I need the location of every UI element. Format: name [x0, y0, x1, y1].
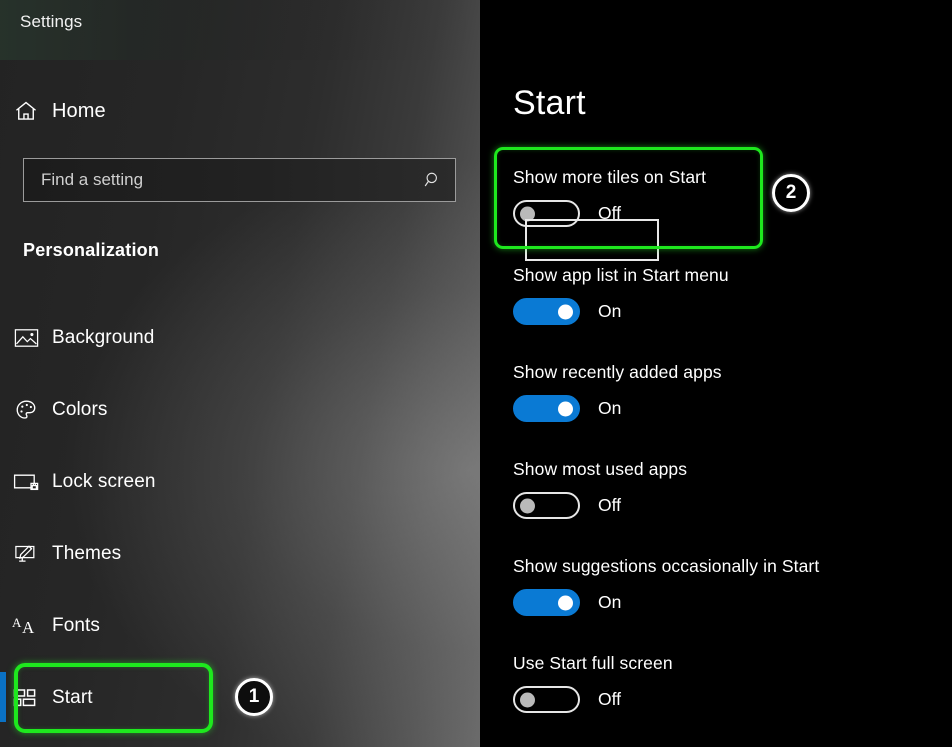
toggle-row[interactable]: On [513, 589, 933, 616]
toggle-knob [520, 206, 535, 221]
toggle-use-start-full-screen[interactable] [513, 686, 580, 713]
setting-label: Show suggestions occasionally in Start [513, 556, 820, 576]
toggle-knob [558, 304, 573, 319]
toggle-show-recently-added[interactable] [513, 395, 580, 422]
setting-label: Show recently added apps [513, 362, 722, 382]
toggle-state-label: Off [598, 689, 622, 709]
sidebar-section-header: Personalization [23, 240, 160, 260]
picture-icon [0, 326, 52, 350]
toggle-knob [520, 498, 535, 513]
search-input[interactable]: Find a setting [23, 158, 456, 202]
toggle-knob [520, 692, 535, 707]
toggle-show-more-tiles[interactable] [513, 200, 580, 227]
sidebar-item-fonts[interactable]: A A Fonts [0, 603, 440, 649]
toggle-row[interactable]: Off [513, 686, 933, 713]
setting-show-most-used: Show most used apps Off [513, 459, 933, 519]
search-icon[interactable] [411, 170, 455, 190]
sidebar-item-themes[interactable]: Themes [0, 531, 440, 577]
setting-label: Show app list in Start menu [513, 265, 729, 285]
setting-show-app-list: Show app list in Start menu On [513, 265, 933, 325]
sidebar-item-home[interactable]: Home [0, 88, 440, 134]
toggle-row[interactable]: Off [513, 200, 933, 227]
setting-label: Show most used apps [513, 459, 688, 479]
window-title: Settings [20, 12, 83, 31]
sidebar-item-home-label: Home [52, 99, 106, 122]
callout-badge-1: 1 [235, 678, 273, 716]
main-content: Start Show more tiles on Start Off Show … [480, 0, 952, 747]
toggle-row[interactable]: Off [513, 492, 933, 519]
toggle-show-suggestions[interactable] [513, 589, 580, 616]
toggle-row[interactable]: On [513, 298, 933, 325]
toggle-show-most-used[interactable] [513, 492, 580, 519]
sidebar-item-themes-label: Themes [52, 543, 122, 564]
home-icon [0, 98, 52, 124]
sidebar-item-start-label: Start [52, 687, 93, 708]
svg-text:A: A [12, 615, 22, 630]
toggle-row[interactable]: On [513, 395, 933, 422]
toggle-state-label: Off [598, 203, 622, 223]
sidebar-item-background[interactable]: Background [0, 315, 440, 361]
toggle-show-app-list[interactable] [513, 298, 580, 325]
setting-show-recently-added: Show recently added apps On [513, 362, 933, 422]
setting-label: Show more tiles on Start [513, 167, 707, 187]
page-title: Start [513, 84, 586, 122]
toggle-knob [558, 401, 573, 416]
sidebar-item-fonts-label: Fonts [52, 615, 101, 636]
sidebar-item-colors-label: Colors [52, 399, 108, 420]
start-tiles-icon [0, 686, 52, 710]
themes-brush-icon [0, 542, 52, 567]
lock-screen-icon [0, 470, 52, 494]
fonts-aa-icon: A A [0, 613, 52, 639]
sidebar-item-start[interactable]: Start [0, 675, 440, 721]
toggle-state-label: On [598, 398, 622, 418]
sidebar-item-colors[interactable]: Colors [0, 387, 440, 433]
svg-text:A: A [22, 618, 35, 637]
toggle-state-label: Off [598, 495, 622, 515]
sidebar-item-lock-screen[interactable]: Lock screen [0, 459, 440, 505]
setting-label: Use Start full screen [513, 653, 673, 673]
setting-show-suggestions: Show suggestions occasionally in Start O… [513, 556, 933, 616]
palette-icon [0, 398, 52, 423]
sidebar-item-lock-screen-label: Lock screen [52, 471, 156, 492]
search-placeholder: Find a setting [41, 170, 144, 189]
toggle-state-label: On [598, 592, 622, 612]
toggle-knob [558, 595, 573, 610]
setting-show-more-tiles: Show more tiles on Start Off [513, 167, 933, 261]
setting-use-start-full-screen: Use Start full screen Off [513, 653, 933, 713]
sidebar: Settings Home Find a setting Personaliza… [0, 0, 480, 747]
settings-window: Settings Home Find a setting Personaliza… [0, 0, 952, 747]
toggle-state-label: On [598, 301, 622, 321]
sidebar-item-background-label: Background [52, 327, 155, 348]
callout-badge-2: 2 [772, 174, 810, 212]
